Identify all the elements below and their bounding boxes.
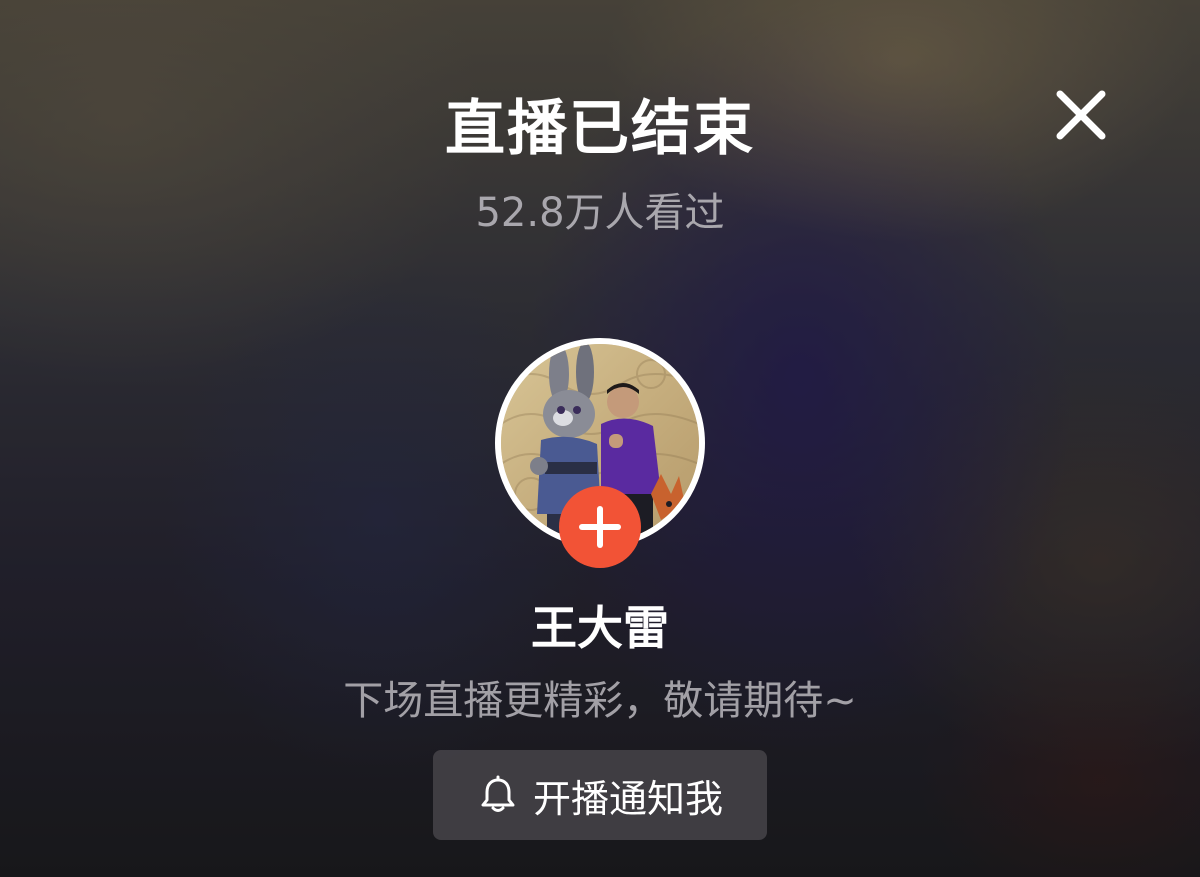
streamer-name: 王大雷 xyxy=(531,601,669,655)
follow-button[interactable] xyxy=(559,486,641,568)
live-ended-screen: 直播已结束 52.8万人看过 王大雷 下场直播更精彩，敬请期待~ 开播通知我 xyxy=(0,0,1200,877)
close-icon xyxy=(1056,90,1106,140)
notify-me-label: 开播通知我 xyxy=(532,776,723,821)
next-stream-message: 下场直播更精彩，敬请期待~ xyxy=(343,678,857,724)
viewer-count: 52.8万人看过 xyxy=(475,190,725,236)
plus-icon xyxy=(579,506,621,548)
bell-icon xyxy=(481,775,515,812)
avatar-container xyxy=(495,338,705,568)
page-title: 直播已结束 xyxy=(445,94,755,164)
close-button[interactable] xyxy=(1052,86,1110,144)
notify-me-button[interactable]: 开播通知我 xyxy=(433,750,767,840)
